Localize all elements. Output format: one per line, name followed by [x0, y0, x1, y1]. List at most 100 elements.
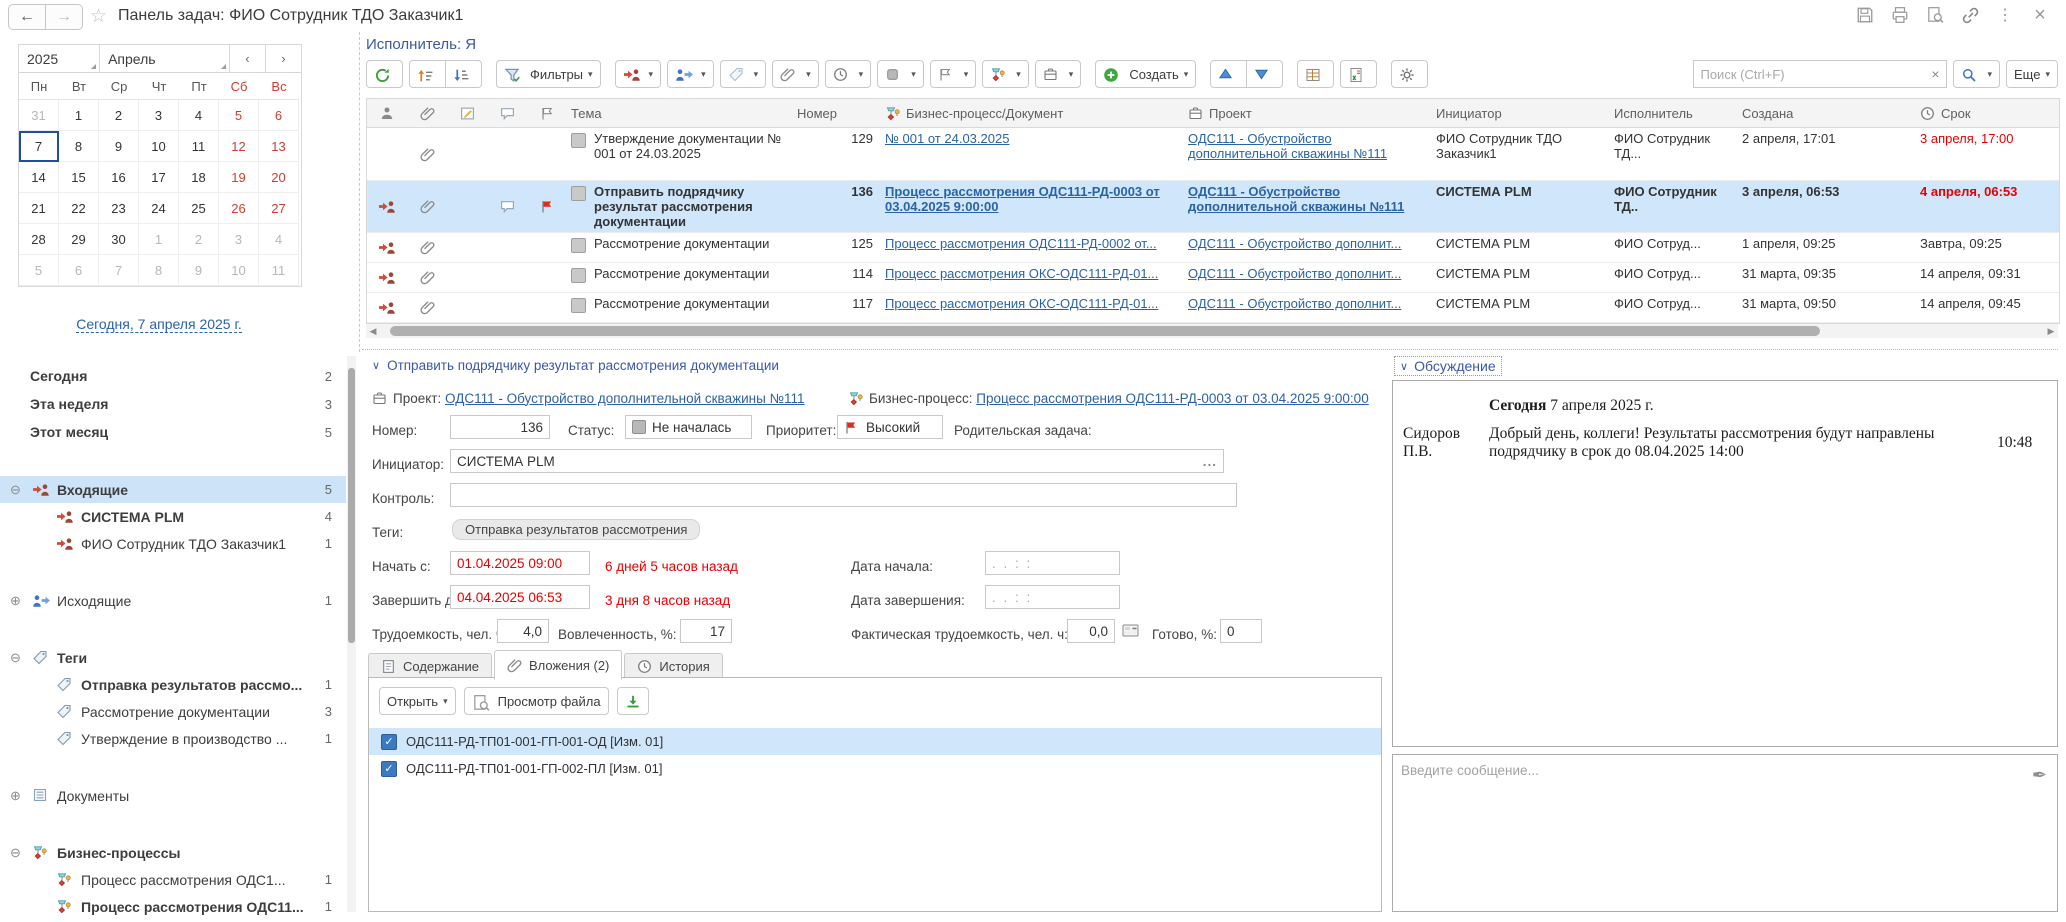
close-icon[interactable]: × [2030, 5, 2050, 25]
calendar-day[interactable]: 9 [179, 255, 219, 286]
header-note-icon[interactable] [447, 106, 487, 121]
prev-task-button[interactable] [1210, 60, 1247, 88]
sidebar-item[interactable]: Отправка результатов рассмо...1 [0, 671, 346, 698]
sidebar-group[interactable]: ⊕Документы [0, 782, 346, 809]
column-executor[interactable]: Исполнитель [1610, 106, 1738, 121]
table-horizontal-scrollbar[interactable]: ◀ ▶ [366, 324, 2058, 338]
expander-icon[interactable]: ⊕ [10, 788, 26, 804]
sidebar-item-quick[interactable]: Эта неделя3 [0, 390, 346, 418]
calendar-year-select[interactable]: 2025 [19, 45, 100, 72]
calendar-day[interactable]: 7 [19, 131, 59, 162]
tags-filter-button[interactable]: ▾ [720, 60, 767, 88]
scrollbar-thumb[interactable] [390, 326, 1820, 336]
project-filter-button[interactable]: ▾ [1035, 60, 1082, 88]
incoming-filter-button[interactable]: ▾ [615, 60, 662, 88]
status-checkbox[interactable] [571, 238, 586, 253]
calendar-prev-button[interactable]: ‹ [230, 45, 266, 72]
detail-title[interactable]: ∨Отправить подрядчику результат рассмотр… [372, 358, 779, 373]
more-menu-icon[interactable]: ⋮ [1995, 5, 2015, 25]
calendar-day[interactable]: 14 [19, 162, 59, 193]
attachment-item[interactable]: ✓ОДС111-РД-ТП01-001-ГП-002-ПЛ [Изм. 01] [369, 755, 1381, 782]
filters-button[interactable]: Фильтры▾ [496, 60, 601, 88]
calendar-day[interactable]: 10 [219, 255, 259, 286]
today-link[interactable]: Сегодня, 7 апреля 2025 г. [76, 316, 242, 333]
export-button[interactable] [1340, 60, 1377, 88]
calendar-day[interactable]: 3 [139, 100, 179, 131]
sidebar-item[interactable]: Процесс рассмотрения ОДС1...1 [0, 866, 346, 893]
calendar-day[interactable]: 9 [99, 131, 139, 162]
task-row[interactable]: Рассмотрение документации125Процесс расс… [367, 233, 2059, 263]
priority-field[interactable]: Высокий [837, 415, 943, 439]
sidebar-item[interactable]: Процесс рассмотрения ОДС11...1 [0, 893, 346, 920]
calendar-day[interactable]: 10 [139, 131, 179, 162]
list-view-button[interactable] [1297, 60, 1334, 88]
number-field[interactable]: 136 [450, 415, 550, 439]
expander-icon[interactable]: ⊖ [10, 482, 26, 498]
project-link[interactable]: ОДС111 - Обустройство дополнительной скв… [1188, 131, 1428, 161]
calendar-day[interactable]: 31 [19, 100, 59, 131]
main-vertical-scrollbar[interactable] [347, 356, 356, 912]
tab-history[interactable]: История [624, 653, 722, 680]
attachment-checkbox[interactable]: ✓ [381, 734, 397, 750]
calendar-day[interactable]: 11 [179, 131, 219, 162]
calendar-day[interactable]: 8 [139, 255, 179, 286]
forward-button[interactable]: → [46, 4, 83, 30]
attachment-item[interactable]: ✓ОДС111-РД-ТП01-001-ГП-001-ОД [Изм. 01] [369, 728, 1381, 755]
calendar-day[interactable]: 2 [179, 224, 219, 255]
column-created[interactable]: Создана [1738, 106, 1916, 121]
calendar-next-button[interactable]: › [266, 45, 301, 72]
calendar-day[interactable]: 7 [99, 255, 139, 286]
calendar-day[interactable]: 13 [259, 131, 299, 162]
calendar-day[interactable]: 27 [259, 193, 299, 224]
calendar-day[interactable]: 22 [59, 193, 99, 224]
initiator-picker-icon[interactable]: ... [1197, 454, 1217, 469]
project-link[interactable]: ОДС111 - Обустройство дополнительной скв… [1188, 184, 1428, 214]
project-link[interactable]: ОДС111 - Обустройство дополнительной скв… [445, 391, 805, 406]
outgoing-filter-button[interactable]: ▾ [667, 60, 714, 88]
calendar-day[interactable]: 23 [99, 193, 139, 224]
more-button[interactable]: Еще▾ [2006, 60, 2058, 88]
tag-chip[interactable]: Отправка результатов рассмотрения [452, 519, 700, 540]
calendar-day[interactable]: 3 [219, 224, 259, 255]
download-button[interactable] [617, 687, 649, 715]
search-button[interactable]: ▾ [1953, 60, 2000, 88]
status-checkbox[interactable] [571, 268, 586, 283]
calendar-day[interactable]: 12 [219, 131, 259, 162]
calendar-day[interactable]: 25 [179, 193, 219, 224]
calendar-day[interactable]: 21 [19, 193, 59, 224]
open-attachment-button[interactable]: Открыть▾ [379, 687, 456, 715]
effort-field[interactable]: 4,0 [497, 619, 549, 643]
flag-filter-button[interactable]: ▾ [930, 60, 977, 88]
expander-icon[interactable]: ⊕ [10, 593, 26, 609]
scrollbar-thumb[interactable] [348, 368, 355, 643]
calendar-day[interactable]: 18 [179, 162, 219, 193]
calculator-icon[interactable] [1122, 624, 1138, 639]
search-input[interactable] [1694, 67, 1924, 82]
header-paperclip-icon[interactable] [407, 106, 447, 121]
back-button[interactable]: ← [8, 4, 46, 30]
discussion-header[interactable]: ∨Обсуждение [1394, 356, 1502, 376]
calendar-day[interactable]: 16 [99, 162, 139, 193]
calendar-day[interactable]: 5 [219, 100, 259, 131]
calendar-day[interactable]: 4 [179, 100, 219, 131]
project-link[interactable]: ОДС111 - Обустройство дополнит... [1188, 236, 1401, 251]
calendar-day[interactable]: 1 [59, 100, 99, 131]
header-person-icon[interactable] [367, 106, 407, 120]
header-comment-icon[interactable] [487, 106, 527, 121]
column-initiator[interactable]: Инициатор [1432, 106, 1610, 121]
task-row[interactable]: Рассмотрение документации114Процесс расс… [367, 263, 2059, 293]
expander-icon[interactable]: ⊖ [10, 845, 26, 861]
tab-attachments[interactable]: Вложения (2) [494, 650, 622, 680]
process-filter-button[interactable]: ▾ [982, 60, 1029, 88]
sidebar-item-quick[interactable]: Этот месяц5 [0, 418, 346, 446]
attachments-filter-button[interactable]: ▾ [772, 60, 819, 88]
calendar-day[interactable]: 24 [139, 193, 179, 224]
document-link[interactable]: Процесс рассмотрения ОДС111-РД-0003 от 0… [885, 184, 1180, 214]
message-input[interactable] [1399, 761, 2003, 905]
preview-icon[interactable] [1925, 5, 1945, 25]
sidebar-group[interactable]: ⊖Бизнес-процессы [0, 839, 346, 866]
calendar-day[interactable]: 1 [139, 224, 179, 255]
tab-content[interactable]: Содержание [368, 653, 492, 680]
sidebar-group[interactable]: ⊕Исходящие1 [0, 587, 346, 614]
sidebar-item[interactable]: Утверждение в производство ...1 [0, 725, 346, 752]
